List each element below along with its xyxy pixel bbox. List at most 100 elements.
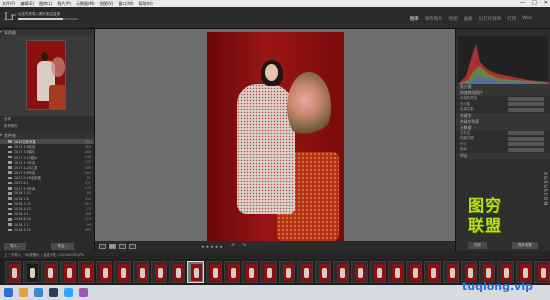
filmstrip-thumbnail[interactable]	[77, 261, 95, 283]
filmstrip-thumbnail[interactable]	[96, 261, 113, 283]
filmstrip-thumbnail[interactable]	[533, 261, 550, 283]
loupe-view-button[interactable]	[109, 243, 116, 249]
lightroom-topbar: Lr 从文件夹导入照片到主目录 图库 修改照片 地图 画册 幻灯片放映 打印 Web	[0, 7, 550, 29]
menu-item[interactable]: 文件(F)	[2, 1, 15, 7]
filmstrip-thumbnail[interactable]	[260, 261, 277, 283]
filmstrip-thumbnail[interactable]	[296, 261, 313, 283]
filmstrip-thumbnail[interactable]	[223, 261, 241, 283]
navigator-header[interactable]: ▾ 导航器	[0, 29, 94, 36]
panel-row-dropdown[interactable]	[508, 96, 544, 101]
folder-count: 266	[84, 149, 91, 154]
survey-view-button[interactable]	[129, 243, 136, 249]
folder-count: 148	[84, 155, 91, 160]
media-app-icon[interactable]	[79, 288, 88, 297]
folder-count: 260	[84, 212, 91, 217]
filmstrip-thumbnail[interactable]	[23, 261, 40, 283]
module-tab[interactable]: 地图	[449, 16, 458, 22]
watermark-line1: 图穷	[468, 196, 503, 215]
grid-view-button[interactable]	[99, 243, 106, 249]
menu-item[interactable]: 帮助(H)	[139, 1, 153, 7]
rotate-left-icon[interactable]: ↶	[231, 243, 235, 249]
menu-item[interactable]: 照片(P)	[57, 1, 71, 7]
module-tab[interactable]: 图库	[410, 16, 419, 22]
filmstrip-thumbnail[interactable]	[314, 261, 332, 283]
metadata-header[interactable]: 元数据	[456, 124, 550, 131]
menu-item[interactable]: 窗口(W)	[118, 1, 133, 7]
navigator-title: 导航器	[4, 30, 16, 35]
filmstrip-thumbnail[interactable]	[132, 261, 149, 283]
star-rating[interactable]: ★★★★★	[201, 244, 224, 249]
import-progress-bar	[18, 18, 78, 20]
filmstrip-thumbnail[interactable]	[406, 261, 423, 283]
filmstrip-thumbnail[interactable]	[187, 261, 204, 283]
folder-row[interactable]: 2018.9.10 187	[0, 227, 94, 232]
export-button[interactable]: 导出...	[51, 243, 74, 250]
close-icon[interactable]: ✕	[544, 0, 548, 6]
comments-header[interactable]: 评论	[456, 152, 550, 159]
menu-item[interactable]: 编辑(E)	[20, 1, 34, 7]
window-controls: — □ ✕	[520, 0, 548, 6]
menu-item[interactable]: 元数据(M)	[76, 1, 95, 7]
filmstrip-thumbnail[interactable]	[369, 261, 386, 283]
minimize-icon[interactable]: —	[520, 0, 525, 6]
folder-icon	[8, 150, 12, 154]
folder-count: 154	[84, 196, 91, 201]
compare-view-button[interactable]	[119, 243, 126, 249]
filmstrip-thumbnail[interactable]	[150, 261, 168, 283]
panel-row-dropdown[interactable]	[508, 136, 544, 141]
filmstrip-thumbnail[interactable]	[5, 261, 22, 283]
main-photo[interactable]	[207, 32, 344, 241]
filmstrip-thumbnail[interactable]	[242, 261, 259, 283]
filmstrip-thumbnail[interactable]	[41, 261, 58, 283]
menu-item[interactable]: 图库(L)	[39, 1, 52, 7]
filmstrip-thumbnail[interactable]	[169, 261, 186, 283]
folder-app-icon[interactable]	[19, 288, 28, 297]
catalog-header[interactable]: 目录	[0, 116, 94, 123]
menu-item[interactable]: 视图(V)	[100, 1, 114, 7]
folders-title: 文件夹	[4, 133, 16, 138]
rotate-right-icon[interactable]: ↷	[242, 243, 246, 249]
quick-develop-header[interactable]: 快速修改照片	[456, 90, 550, 96]
filmstrip-thumbnail[interactable]	[387, 261, 405, 283]
panel-row-dropdown[interactable]	[508, 147, 544, 152]
filmstrip-thumbnail[interactable]	[114, 261, 131, 283]
collapse-triangle-icon: ▾	[0, 30, 2, 34]
filmstrip-thumbnail[interactable]	[205, 261, 222, 283]
filmstrip-thumbnail[interactable]	[442, 261, 459, 283]
filmstrip-thumbnail[interactable]	[333, 261, 350, 283]
folder-icon	[8, 145, 12, 149]
panel-row-dropdown[interactable]	[508, 102, 544, 107]
catalog-all-photos[interactable]: 所有照片	[0, 123, 94, 130]
navigator-preview[interactable]	[0, 36, 94, 116]
filmstrip-thumbnail[interactable]	[424, 261, 441, 283]
panel-row-dropdown[interactable]	[508, 131, 544, 136]
panel-row-dropdown[interactable]	[508, 142, 544, 147]
module-tab[interactable]: 画册	[464, 16, 473, 22]
lightroom-app-icon[interactable]	[49, 288, 58, 297]
folder-icon	[8, 140, 12, 143]
loupe-view[interactable]	[95, 29, 455, 241]
module-tab[interactable]: Web	[522, 16, 532, 22]
panel-row-dropdown[interactable]	[508, 107, 544, 112]
maximize-icon[interactable]: □	[532, 0, 537, 6]
filmstrip-thumbnail[interactable]	[351, 261, 368, 283]
folder-icon	[8, 176, 12, 180]
folders-header[interactable]: ▾ 文件夹	[0, 132, 94, 139]
folder-icon	[8, 207, 12, 211]
start-icon[interactable]	[4, 288, 13, 297]
sync-button[interactable]: 同步	[468, 242, 488, 249]
filmstrip-thumbnail[interactable]	[59, 261, 76, 283]
browser-app-icon[interactable]	[34, 288, 43, 297]
folder-icon	[8, 212, 12, 216]
module-tab[interactable]: 打印	[507, 16, 516, 22]
left-panel-buttons: 导入... 导出...	[4, 243, 74, 250]
filmstrip-thumbnail[interactable]	[278, 261, 295, 283]
photoshop-app-icon[interactable]	[64, 288, 73, 297]
filmstrip-info[interactable]: 上一次导入 · 50张照片 / 选定1张 / 20740030.JPG	[4, 253, 84, 258]
module-tab[interactable]: 幻灯片放映	[479, 16, 502, 22]
import-button[interactable]: 导入...	[4, 243, 27, 250]
folder-count: 187	[84, 227, 91, 232]
module-tab[interactable]: 修改照片	[425, 16, 443, 22]
folder-icon	[8, 223, 12, 226]
sync-settings-button[interactable]: 同步设置	[511, 242, 538, 249]
